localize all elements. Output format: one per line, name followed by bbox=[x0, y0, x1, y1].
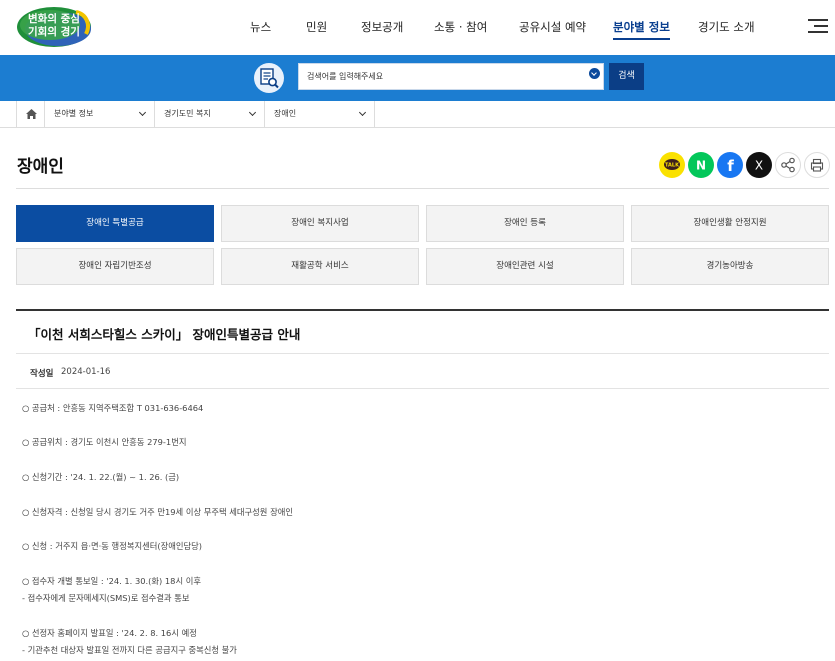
site-header: 변화의 중심 기회의 경기 뉴스 민원 정보공개 소통 · 참여 공유시설 예약… bbox=[0, 0, 835, 55]
facebook-share-icon[interactable]: f bbox=[717, 152, 743, 178]
main-nav: 뉴스 민원 정보공개 소통 · 참여 공유시설 예약 분야별 정보 경기도 소개 bbox=[0, 19, 835, 40]
notice-line-supplier: ○ 공급처 : 안흥동 지역주택조합 T 031-636-6464 bbox=[22, 403, 204, 413]
tab-welfare-programs[interactable]: 장애인 복지사업 bbox=[221, 205, 419, 242]
nav-facility-reservation[interactable]: 공유시설 예약 bbox=[519, 19, 586, 35]
nav-participation[interactable]: 소통 · 참여 bbox=[434, 19, 487, 35]
chevron-down-icon bbox=[248, 108, 257, 117]
breadcrumb-level-1-label: 분야별 정보 bbox=[54, 109, 94, 118]
notice-line-eligibility: ○ 신청자격 : 신청일 당시 경기도 거주 만19세 이상 무주택 세대구성원… bbox=[22, 507, 293, 517]
tab-rehab-engineering[interactable]: 재활공학 서비스 bbox=[221, 248, 419, 285]
date-label: 작성일 bbox=[30, 369, 54, 379]
kakaotalk-label: TALK bbox=[665, 163, 680, 169]
nav-about[interactable]: 경기도 소개 bbox=[698, 19, 755, 35]
tab-facilities[interactable]: 장애인관련 시설 bbox=[426, 248, 624, 285]
date-value: 2024-01-16 bbox=[61, 367, 111, 377]
x-share-icon[interactable]: X bbox=[746, 152, 772, 178]
notice-line-duplicate-rule: - 기관추천 대상자 발표일 전까지 다른 공급지구 중복신청 불가 bbox=[22, 645, 237, 655]
breadcrumb-level-2[interactable]: 경기도민 복지 bbox=[155, 101, 265, 128]
content-top-border bbox=[16, 309, 829, 311]
breadcrumb-level-3[interactable]: 장애인 bbox=[265, 101, 375, 128]
search-document-icon bbox=[254, 63, 284, 93]
tab-living-support[interactable]: 장애인생활 안정지원 bbox=[631, 205, 829, 242]
chevron-down-icon bbox=[138, 108, 147, 117]
breadcrumb-level-2-label: 경기도민 복지 bbox=[164, 109, 211, 118]
naver-share-icon[interactable]: N bbox=[688, 152, 714, 178]
breadcrumb-level-1[interactable]: 분야별 정보 bbox=[45, 101, 155, 128]
tab-deaf-broadcast[interactable]: 경기농아방송 bbox=[631, 248, 829, 285]
search-dropdown-icon[interactable] bbox=[589, 68, 600, 79]
page-title: 장애인 bbox=[17, 157, 64, 177]
breadcrumb-level-3-label: 장애인 bbox=[274, 109, 297, 118]
notice-line-notification-method: - 접수자에게 문자메세지(SMS)로 접수결과 통보 bbox=[22, 593, 190, 603]
notice-line-announcement: ○ 선정자 홈페이지 발표일 : '24. 2. 8. 16시 예정 bbox=[22, 628, 197, 638]
hamburger-menu-icon[interactable] bbox=[808, 18, 828, 34]
notice-line-notification-date: ○ 접수자 개별 통보일 : '24. 1. 30.(화) 18시 이후 bbox=[22, 576, 201, 586]
notice-title: 「이천 서희스타힐스 스카이」 장애인특별공급 안내 bbox=[28, 327, 301, 342]
facebook-label: f bbox=[727, 157, 734, 175]
notice-line-period: ○ 신청기간 : '24. 1. 22.(월) ~ 1. 26. (금) bbox=[22, 472, 180, 482]
naver-label: N bbox=[696, 159, 706, 173]
nav-news[interactable]: 뉴스 bbox=[250, 19, 271, 35]
notice-line-location: ○ 공급위치 : 경기도 이천시 안흥동 279-1번지 bbox=[22, 437, 187, 447]
share-icon[interactable] bbox=[775, 152, 801, 178]
print-icon[interactable] bbox=[804, 152, 830, 178]
x-label: X bbox=[755, 159, 763, 173]
notice-line-application: ○ 신청 : 거주지 읍·면·동 행정복지센터(장애인담당) bbox=[22, 541, 203, 551]
nav-civil[interactable]: 민원 bbox=[306, 19, 327, 35]
title-divider bbox=[16, 188, 829, 189]
meta-separator bbox=[16, 388, 829, 389]
tab-special-supply[interactable]: 장애인 특별공급 bbox=[16, 205, 214, 242]
title-separator bbox=[16, 353, 829, 354]
search-input[interactable]: 검색어를 입력해주세요 bbox=[298, 63, 604, 90]
chevron-down-icon bbox=[358, 108, 367, 117]
nav-field-info[interactable]: 분야별 정보 bbox=[613, 19, 670, 40]
search-band: 검색어를 입력해주세요 검색 bbox=[0, 55, 835, 101]
tab-independence-foundation[interactable]: 장애인 자립기반조성 bbox=[16, 248, 214, 285]
tab-registration[interactable]: 장애인 등록 bbox=[426, 205, 624, 242]
nav-info-disclosure[interactable]: 정보공개 bbox=[361, 19, 403, 35]
kakaotalk-share-icon[interactable]: TALK bbox=[659, 152, 685, 178]
search-button[interactable]: 검색 bbox=[609, 63, 644, 90]
breadcrumb: 분야별 정보 경기도민 복지 장애인 bbox=[0, 101, 835, 128]
home-icon[interactable] bbox=[16, 101, 45, 128]
